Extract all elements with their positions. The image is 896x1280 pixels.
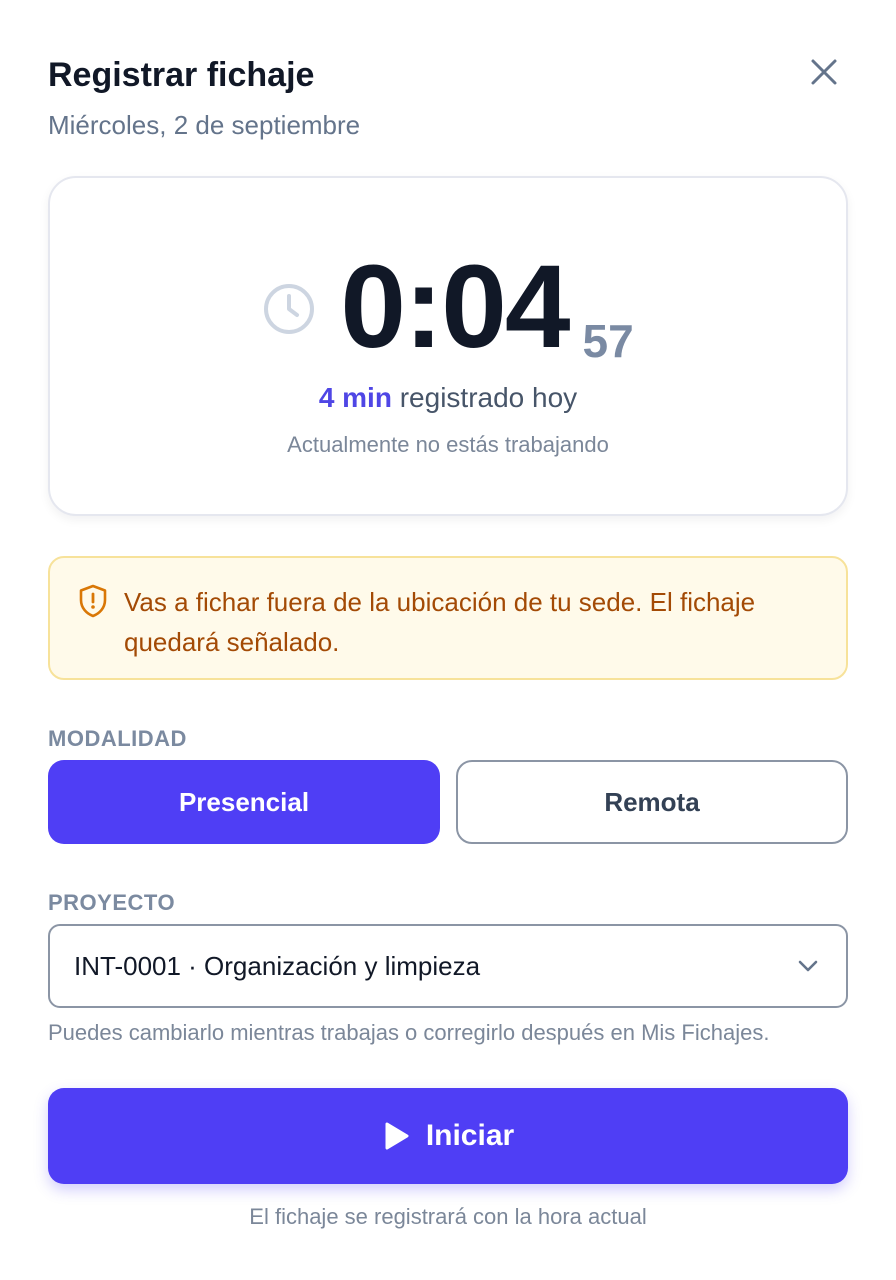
timer-card: 0:04 57 4 min registrado hoy Actualmente…	[48, 176, 848, 516]
timer-display: 0:04 57	[50, 248, 846, 366]
modal-date: Miércoles, 2 de septiembre	[48, 110, 361, 140]
logged-today: 4 min registrado hoy	[50, 382, 846, 414]
shield-alert-icon	[79, 584, 107, 618]
modal-title: Registrar fichaje	[48, 56, 315, 94]
timer-hours-minutes: 0:04	[340, 241, 570, 373]
project-select[interactable]: INT-0001 · Organización y limpieza	[48, 924, 848, 1008]
project-select-value: INT-0001 · Organización y limpieza	[74, 950, 481, 981]
logged-today-value: 4 min	[318, 382, 392, 413]
close-icon	[811, 59, 837, 85]
play-icon	[385, 1122, 409, 1150]
project-helper-text: Puedes cambiarlo mientras trabajas o cor…	[48, 1020, 770, 1045]
location-warning-text: Vas a fichar fuera de la ubicación de tu…	[124, 587, 756, 657]
modality-presencial-button[interactable]: Presencial	[48, 760, 440, 844]
timer-seconds: 57	[582, 315, 634, 367]
work-status: Actualmente no estás trabajando	[287, 432, 609, 457]
register-clock-in-modal: Registrar fichaje Miércoles, 2 de septie…	[0, 0, 896, 1280]
modality-label: MODALIDAD	[48, 726, 187, 751]
project-label: PROYECTO	[48, 890, 176, 915]
start-button-label: Iniciar	[425, 1119, 515, 1152]
location-warning: Vas a fichar fuera de la ubicación de tu…	[48, 556, 848, 680]
clock-icon	[264, 284, 315, 334]
logged-today-suffix: registrado hoy	[391, 382, 578, 413]
start-button[interactable]: Iniciar	[48, 1088, 848, 1184]
close-button[interactable]	[804, 52, 844, 92]
modality-remota-button[interactable]: Remota	[456, 760, 848, 844]
chevron-down-icon	[798, 960, 818, 972]
footer-note: El fichaje se registrará con la hora act…	[249, 1204, 647, 1229]
